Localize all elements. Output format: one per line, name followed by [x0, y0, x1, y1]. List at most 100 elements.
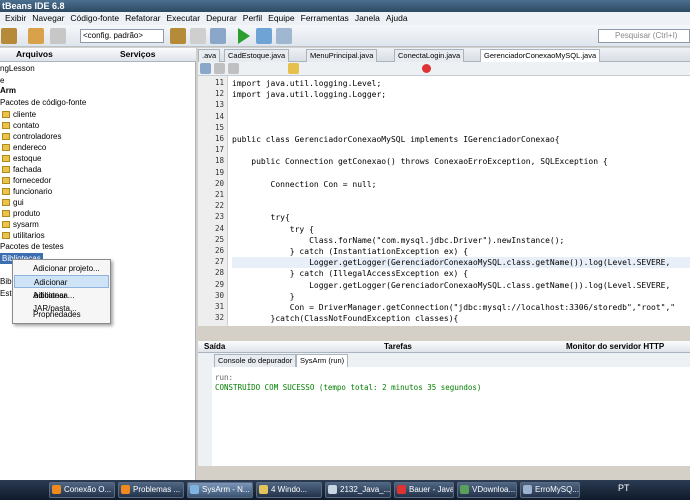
- code-line: Logger.getLogger(GerenciadorConexaoMySQL…: [232, 280, 671, 290]
- tree-label: contato: [13, 121, 40, 130]
- config-select[interactable]: <config. padrão>: [80, 29, 164, 43]
- package-icon: [2, 199, 10, 207]
- menu-item-add-jar[interactable]: Adicionar JAR/pasta...: [14, 289, 109, 313]
- taskbar-item[interactable]: VDownloa...: [457, 482, 517, 498]
- build-icon[interactable]: [190, 28, 206, 44]
- line-number: 14: [214, 111, 224, 121]
- save-all-icon[interactable]: [1, 28, 17, 44]
- menu-executar[interactable]: Executar: [164, 12, 204, 25]
- package-icon: [2, 221, 10, 229]
- projects-panel-tabs: Arquivos Serviços: [0, 48, 196, 62]
- package-icon: [2, 210, 10, 218]
- taskbar-item[interactable]: Problemas ...: [118, 482, 184, 498]
- menu-depurar[interactable]: Depurar: [203, 12, 240, 25]
- language-indicator[interactable]: PT: [618, 483, 630, 493]
- tree-package-fachada[interactable]: fachada: [2, 164, 41, 175]
- folder-icon: [259, 485, 268, 494]
- taskbar-label: Bauer - Java...: [409, 485, 454, 494]
- menu-ajuda[interactable]: Ajuda: [383, 12, 411, 25]
- tree-label: cliente: [13, 110, 37, 119]
- taskbar-item[interactable]: Bauer - Java...: [394, 482, 454, 498]
- navigator-panel: [0, 340, 196, 480]
- tree-item-test-packages[interactable]: Pacotes de testes: [0, 241, 64, 252]
- tree-package-produto[interactable]: produto: [2, 208, 40, 219]
- output-title[interactable]: Saída: [204, 341, 225, 353]
- tree-package-gui[interactable]: gui: [2, 197, 24, 208]
- tab-gerenciadorconexao[interactable]: GerenciadorConexaoMySQL.java: [480, 49, 601, 62]
- taskbar-label: Conexão O...: [64, 485, 112, 494]
- forward-icon[interactable]: [228, 63, 239, 74]
- search-find-icon[interactable]: [288, 63, 299, 74]
- line-number: 19: [214, 167, 224, 177]
- tree-package-funcionario[interactable]: funcionario: [2, 186, 52, 197]
- tree-package-cliente[interactable]: cliente: [2, 109, 36, 120]
- tab-debugger-console[interactable]: Console do depurador: [214, 354, 297, 367]
- tree-package-fornecedor[interactable]: fornecedor: [2, 175, 51, 186]
- clean-build-icon[interactable]: [170, 28, 186, 44]
- menu-refatorar[interactable]: Refatorar: [122, 12, 163, 25]
- taskbar-item[interactable]: Conexão O...: [49, 482, 115, 498]
- tree-package-controladores[interactable]: controladores: [2, 131, 61, 142]
- editor-toolbar: [198, 62, 690, 76]
- output-console[interactable]: run: CONSTRUÍDO COM SUCESSO (tempo total…: [212, 367, 690, 466]
- taskbar-item[interactable]: 2132_Java_...: [325, 482, 391, 498]
- code-line: import java.util.logging.Level;: [232, 79, 382, 88]
- tab-files[interactable]: Arquivos: [16, 49, 53, 59]
- http-monitor-title[interactable]: Monitor do servidor HTTP: [566, 341, 664, 353]
- tree-package-estoque[interactable]: estoque: [2, 153, 41, 164]
- taskbar-item[interactable]: 4 Windo...: [256, 482, 322, 498]
- taskbar-item-active[interactable]: SysArm - N...: [187, 482, 253, 498]
- line-number: 30: [214, 290, 224, 300]
- menu-equipe[interactable]: Equipe: [265, 12, 297, 25]
- menu-perfil[interactable]: Perfil: [240, 12, 265, 25]
- taskbar-item[interactable]: ErroMySQ...: [520, 482, 580, 498]
- output-line: CONSTRUÍDO COM SUCESSO (tempo total: 2 m…: [215, 383, 482, 392]
- search-input[interactable]: Pesquisar (Ctrl+I): [598, 29, 690, 43]
- menu-janela[interactable]: Janela: [352, 12, 383, 25]
- undo-icon[interactable]: [28, 28, 44, 44]
- menu-item-properties[interactable]: Propriedades: [14, 308, 109, 321]
- redo-icon[interactable]: [50, 28, 66, 44]
- line-number: 21: [214, 190, 224, 199]
- tree-label: estoque: [13, 154, 42, 163]
- record-macro-icon[interactable]: [422, 64, 431, 73]
- profile-icon[interactable]: [276, 28, 292, 44]
- tree-item[interactable]: ngLesson: [0, 63, 35, 74]
- code-editor[interactable]: import java.util.logging.Level; import ja…: [228, 76, 690, 326]
- back-icon[interactable]: [214, 63, 225, 74]
- package-icon: [2, 188, 10, 196]
- tab-java-file[interactable]: .ava: [198, 49, 221, 62]
- tree-item[interactable]: Pacotes de código-fonte: [0, 97, 86, 108]
- package-icon: [2, 166, 10, 174]
- run-icon[interactable]: [238, 28, 250, 44]
- menu-exibir[interactable]: Exibir: [2, 12, 29, 25]
- output-line: run:: [215, 373, 234, 382]
- tab-services[interactable]: Serviços: [120, 49, 155, 59]
- history-icon[interactable]: [200, 63, 211, 74]
- run-config-icon[interactable]: [210, 28, 226, 44]
- tree-label: fornecedor: [13, 176, 52, 185]
- menu-item-add-library[interactable]: Adicionar biblioteca...: [14, 275, 109, 300]
- tree-package-endereco[interactable]: endereco: [2, 142, 46, 153]
- package-icon: [2, 177, 10, 185]
- tree-package-contato[interactable]: contato: [2, 120, 39, 131]
- tree-package-utilitarios[interactable]: utilitarios: [2, 230, 45, 241]
- tree-item-project[interactable]: Arm: [0, 85, 16, 96]
- menu-ferramentas[interactable]: Ferramentas: [298, 12, 352, 25]
- tree-package-sysarm[interactable]: sysarm: [2, 219, 39, 230]
- tab-sysarm-run[interactable]: SysArm (run): [296, 354, 349, 367]
- tab-menuprincipal[interactable]: MenuPrincipal.java: [306, 49, 378, 62]
- menu-item-add-project[interactable]: Adicionar projeto...: [14, 262, 109, 275]
- code-line: import java.util.logging.Logger;: [232, 90, 387, 100]
- tab-conectalogin[interactable]: ConectaLogin.java: [394, 49, 465, 62]
- line-number: 13: [214, 100, 224, 110]
- menu-navegar[interactable]: Navegar: [29, 12, 67, 25]
- debug-icon[interactable]: [256, 28, 272, 44]
- line-number: 11: [214, 78, 224, 87]
- code-line: }: [232, 291, 295, 301]
- menu-codigo-fonte[interactable]: Código-fonte: [67, 12, 122, 25]
- tab-cadestoque[interactable]: CadEstoque.java: [224, 49, 290, 62]
- context-menu: Adicionar projeto... Adicionar bibliotec…: [12, 259, 111, 324]
- image-icon: [523, 485, 532, 494]
- tasks-title[interactable]: Tarefas: [384, 341, 412, 353]
